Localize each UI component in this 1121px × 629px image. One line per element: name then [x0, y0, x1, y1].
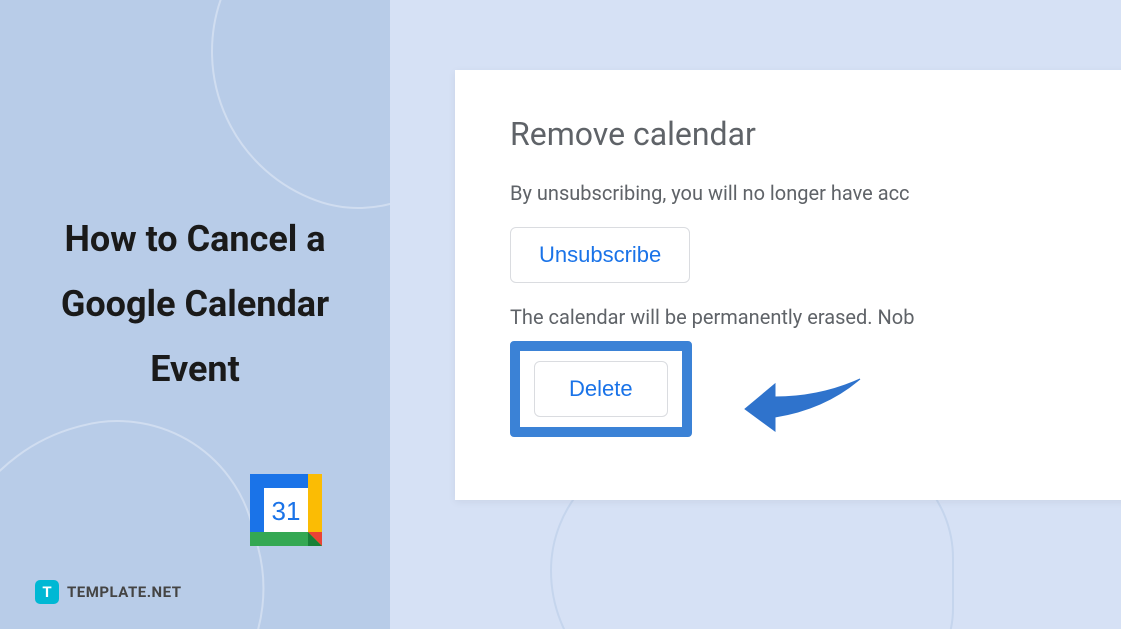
unsubscribe-button[interactable]: Unsubscribe	[510, 227, 690, 283]
delete-button[interactable]: Delete	[534, 361, 668, 417]
brand-name: TEMPLATE.NET	[67, 583, 182, 601]
delete-description: The calendar will be permanently erased.…	[510, 305, 1100, 329]
dialog-heading: Remove calendar	[510, 115, 1100, 153]
left-panel: How to Cancel a Google Calendar Event 31…	[0, 0, 390, 629]
brand-logo: T TEMPLATE.NET	[35, 580, 182, 604]
remove-calendar-dialog: Remove calendar By unsubscribing, you wi…	[455, 70, 1121, 500]
delete-highlight-box: Delete	[510, 341, 692, 437]
calendar-day-number: 31	[272, 496, 301, 526]
google-calendar-icon: 31	[242, 466, 330, 554]
pointer-arrow-icon	[730, 369, 870, 439]
unsubscribe-description: By unsubscribing, you will no longer hav…	[510, 181, 1100, 205]
brand-icon: T	[35, 580, 59, 604]
right-panel: Remove calendar By unsubscribing, you wi…	[390, 0, 1121, 629]
article-title: How to Cancel a Google Calendar Event	[40, 207, 350, 401]
